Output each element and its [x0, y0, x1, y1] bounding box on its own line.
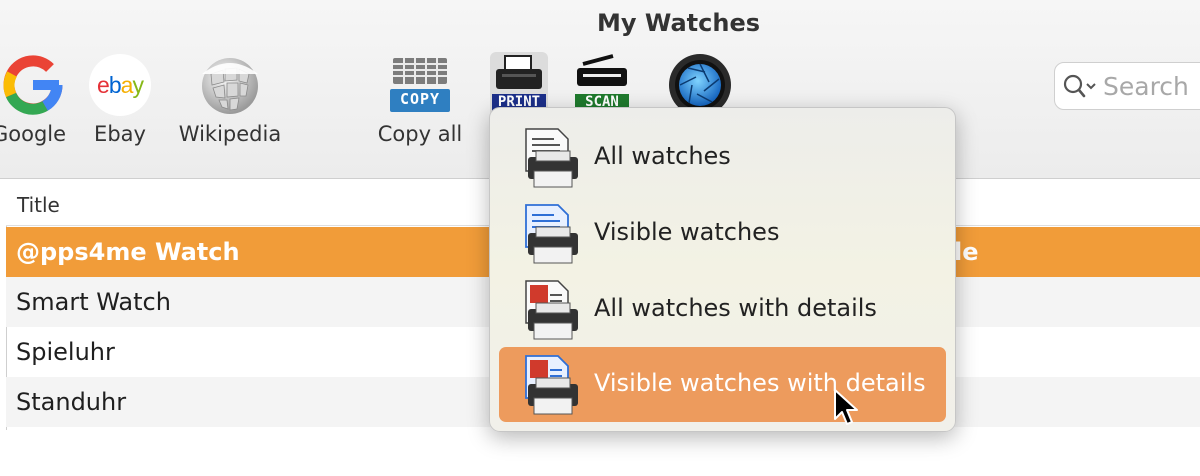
print-details-blue-icon [514, 354, 580, 416]
column-header-label: Title [17, 193, 60, 217]
wikipedia-icon [197, 52, 263, 118]
print-document-icon [514, 127, 580, 189]
ebay-letter: a [120, 71, 134, 98]
menu-item-label: Visible watches [594, 218, 780, 246]
search-icon [1063, 73, 1097, 99]
toolbar-copy-all-button[interactable]: COPY Copy all [375, 52, 465, 146]
toolbar-ebay-button[interactable]: ebay Ebay [75, 52, 165, 146]
window-title: My Watches [596, 9, 761, 37]
toolbar-wikipedia-button[interactable]: Wikipedia [178, 52, 282, 146]
search-placeholder: Search [1103, 71, 1189, 101]
toolbar-label: Copy all [377, 122, 463, 146]
toolbar-label: Google [0, 122, 67, 146]
toolbar-google-button[interactable]: Google [0, 52, 78, 146]
row-trailing-text: le [954, 238, 979, 266]
ebay-letter: b [108, 71, 122, 98]
menu-item-label: Visible watches with details [594, 369, 926, 397]
row-title: @pps4me Watch [16, 238, 240, 266]
row-title: Spieluhr [16, 338, 115, 366]
copy-icon: COPY [387, 52, 453, 118]
menu-item-label: All watches with details [594, 294, 877, 322]
menu-item-label: All watches [594, 142, 731, 170]
menu-item-visible-watches[interactable]: Visible watches [499, 196, 946, 271]
google-icon [0, 52, 66, 118]
row-title: Smart Watch [16, 288, 171, 316]
ebay-letter: y [132, 71, 143, 98]
print-menu: All watches Visible watches All watches … [489, 107, 956, 432]
search-field[interactable]: Search [1054, 62, 1200, 110]
menu-item-all-watches[interactable]: All watches [499, 120, 946, 195]
menu-item-visible-watches-with-details[interactable]: Visible watches with details [499, 347, 946, 422]
print-details-icon [514, 279, 580, 341]
ebay-icon: ebay [87, 52, 153, 118]
ebay-letter: e [97, 71, 110, 98]
menu-item-all-watches-with-details[interactable]: All watches with details [499, 272, 946, 347]
copy-badge-text: COPY [399, 90, 441, 108]
print-document-blue-icon [514, 203, 580, 265]
row-title: Standuhr [16, 388, 127, 416]
toolbar-label: Ebay [94, 122, 146, 146]
mouse-pointer-icon [832, 388, 860, 428]
toolbar-label: Wikipedia [178, 122, 282, 146]
